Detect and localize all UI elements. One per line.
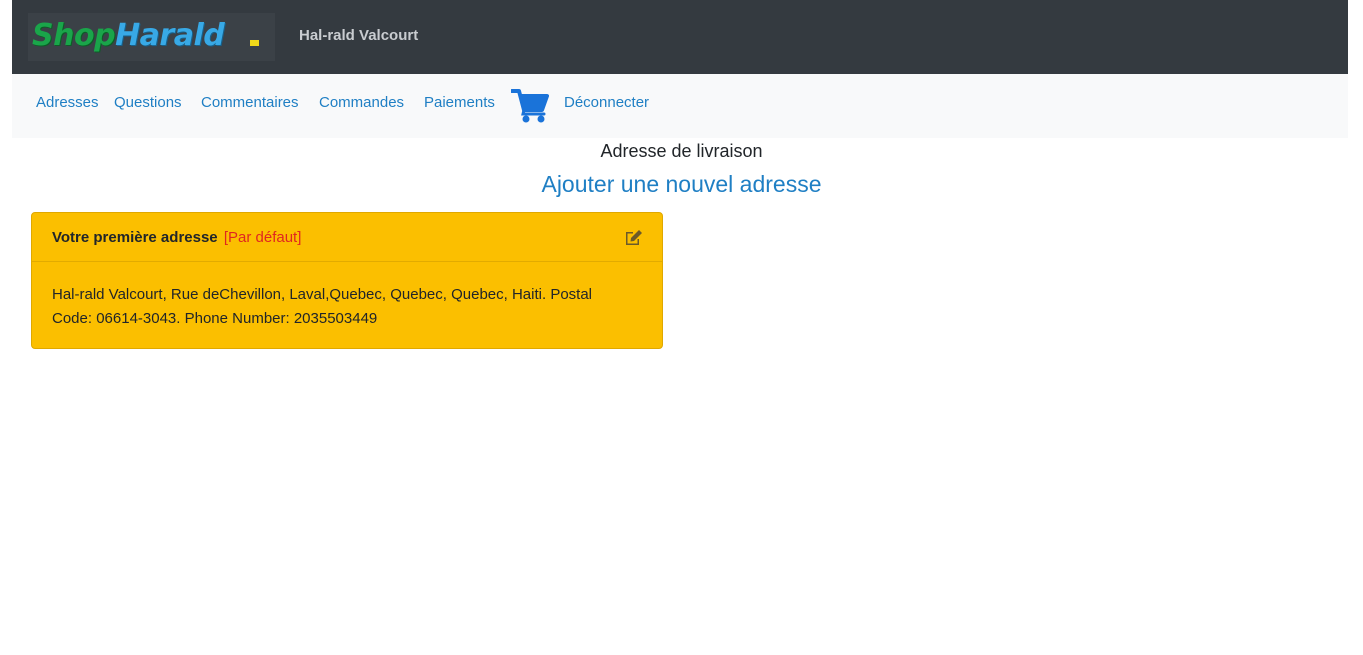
shopping-cart-icon[interactable] xyxy=(511,88,549,124)
edit-icon[interactable] xyxy=(624,229,643,246)
nav-link-questions[interactable]: Questions xyxy=(114,94,182,111)
default-badge: [Par défaut] xyxy=(223,229,302,246)
brand-logo[interactable]: ShopHarald xyxy=(28,13,275,61)
top-header: ShopHarald Hal-rald Valcourt xyxy=(12,0,1348,74)
logo-shop-text: Shop xyxy=(32,18,116,53)
address-card-title: Votre première adresse [Par défaut] xyxy=(52,229,301,246)
nav-link-adresses[interactable]: Adresses xyxy=(36,94,99,111)
address-card-header: Votre première adresse [Par défaut] xyxy=(32,213,662,262)
add-address-link-row: Ajouter une nouvel adresse xyxy=(0,171,1363,198)
nav-link-paiements[interactable]: Paiements xyxy=(424,94,495,111)
address-details: Hal-rald Valcourt, Rue deChevillon, Lava… xyxy=(52,286,593,327)
main-nav: Adresses Questions Commentaires Commande… xyxy=(12,74,1348,138)
logout-link[interactable]: Déconnecter xyxy=(564,94,649,111)
logo-dot xyxy=(250,40,259,46)
address-title-text: Votre première adresse xyxy=(52,229,218,246)
nav-link-commandes[interactable]: Commandes xyxy=(319,94,404,111)
nav-link-commentaires[interactable]: Commentaires xyxy=(201,94,299,111)
user-name: Hal-rald Valcourt xyxy=(299,27,419,44)
page-title: Adresse de livraison xyxy=(600,141,763,161)
logo-harald-text: Harald xyxy=(115,18,225,53)
add-address-link[interactable]: Ajouter une nouvel adresse xyxy=(541,171,821,197)
logo-text: ShopHarald xyxy=(32,17,225,55)
address-card: Votre première adresse [Par défaut] Hal-… xyxy=(31,212,663,349)
